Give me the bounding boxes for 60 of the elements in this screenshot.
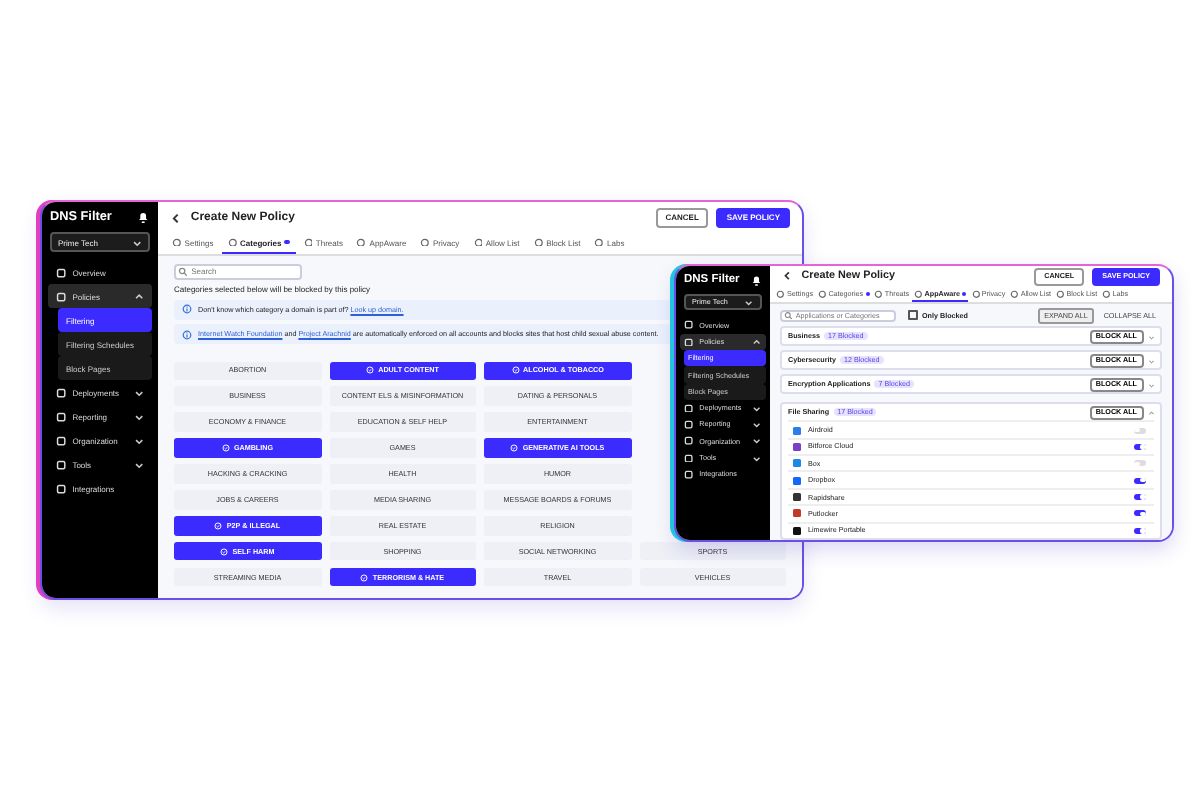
bell-icon[interactable] [135, 210, 150, 225]
check-circle-icon [214, 521, 223, 530]
info-icon [182, 329, 192, 340]
square-icon [56, 459, 67, 470]
check-circle-icon [221, 444, 230, 453]
square-icon [684, 320, 694, 330]
caret-icon [131, 237, 142, 248]
circle-icon [420, 237, 430, 247]
circle-icon [1010, 289, 1019, 298]
square-icon [56, 387, 67, 398]
circle-icon [227, 237, 238, 247]
check-circle-icon [220, 547, 229, 556]
check-circle-icon [510, 444, 519, 453]
chevron-icon [133, 435, 144, 446]
check-circle-icon [366, 366, 375, 375]
toggle-switch[interactable] [1134, 427, 1146, 433]
toggle-switch[interactable] [1134, 443, 1146, 450]
chevron-icon [133, 459, 144, 470]
circle-icon [172, 237, 182, 247]
circle-icon [1101, 289, 1111, 298]
square-icon [684, 470, 694, 480]
check-circle-icon [511, 366, 520, 375]
circle-icon [533, 237, 544, 247]
back-icon[interactable] [782, 270, 794, 282]
circle-icon [776, 289, 785, 298]
square-icon [684, 436, 694, 447]
square-icon [56, 435, 67, 446]
square-icon [684, 453, 694, 463]
square-icon [684, 420, 694, 430]
chevron-icon [752, 337, 762, 347]
back-icon[interactable] [170, 211, 183, 224]
chevron-icon [133, 387, 144, 398]
bell-icon[interactable] [749, 274, 762, 287]
circle-icon [913, 289, 923, 298]
square-icon [56, 483, 67, 494]
toggle-switch[interactable] [1134, 477, 1146, 484]
square-icon [56, 411, 67, 422]
circle-icon [971, 289, 980, 298]
square-icon [684, 403, 694, 413]
square-icon [56, 267, 67, 278]
toggle-switch[interactable] [1134, 527, 1146, 534]
chevron-icon [133, 411, 144, 422]
circle-icon [874, 289, 883, 298]
toggle-switch[interactable] [1134, 510, 1146, 517]
circle-icon [594, 237, 605, 247]
chevron-icon [133, 291, 144, 302]
circle-icon [303, 237, 313, 247]
caret-icon [744, 297, 754, 307]
circle-icon [817, 289, 827, 298]
search-icon [783, 310, 793, 321]
info-icon [182, 304, 192, 315]
circle-icon [473, 237, 483, 247]
search-icon [177, 266, 188, 277]
square-icon [56, 291, 67, 302]
circle-icon [1055, 289, 1065, 298]
check-circle-icon [360, 573, 369, 582]
toggle-switch[interactable] [1134, 494, 1146, 501]
circle-icon [356, 237, 367, 247]
checkbox[interactable] [908, 310, 918, 321]
square-icon [684, 337, 694, 347]
